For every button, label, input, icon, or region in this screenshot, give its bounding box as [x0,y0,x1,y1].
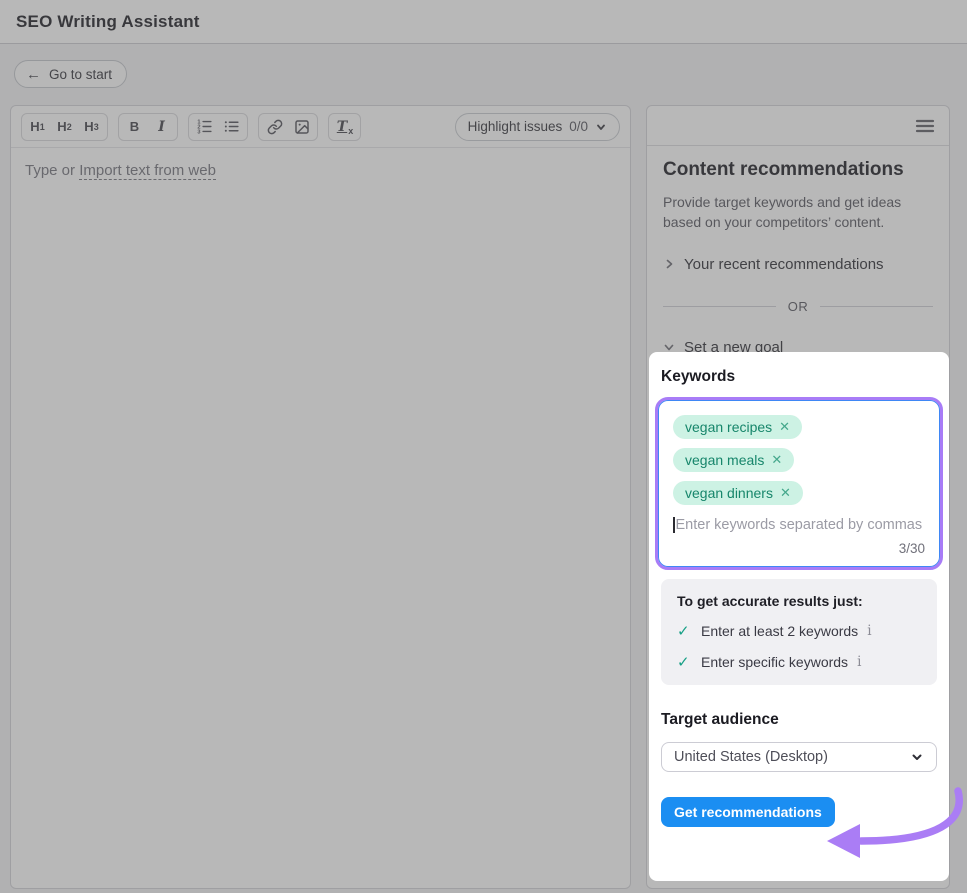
checkmark-icon: ✓ [677,653,701,671]
keyword-tag-label: vegan meals [685,452,764,468]
keyword-tag-row: vegan dinners ✕ [673,481,925,505]
keyword-tag: vegan meals ✕ [673,448,794,472]
target-audience-value: United States (Desktop) [674,749,828,765]
tip-label: Enter specific keywords [701,654,848,670]
keyword-tag-row: vegan recipes ✕ [673,415,925,439]
info-icon[interactable]: i [857,654,861,670]
info-icon[interactable]: i [867,623,871,639]
remove-tag-icon[interactable]: ✕ [771,452,782,468]
tip-item: ✓ Enter at least 2 keywords i [677,622,921,640]
keyword-tag: vegan recipes ✕ [673,415,802,439]
keywords-counter: 3/30 [673,541,925,556]
remove-tag-icon[interactable]: ✕ [780,485,791,501]
keywords-text-input[interactable]: Enter keywords separated by commas [673,517,925,533]
keywords-label: Keywords [661,368,937,386]
get-recommendations-button[interactable]: Get recommendations [661,797,835,827]
keyword-tag-label: vegan recipes [685,419,772,435]
keyword-tag-row: vegan meals ✕ [673,448,925,472]
text-cursor [673,517,675,533]
keyword-tag-label: vegan dinners [685,485,773,501]
seo-writing-assistant-app: SEO Writing Assistant ← Go to start H1 H… [0,0,967,893]
target-audience-select[interactable]: United States (Desktop) [661,742,937,772]
keywords-input-placeholder: Enter keywords separated by commas [676,517,923,533]
tip-item: ✓ Enter specific keywords i [677,653,921,671]
tips-title: To get accurate results just: [677,593,921,609]
accuracy-tips-box: To get accurate results just: ✓ Enter at… [661,579,937,685]
target-audience-label: Target audience [661,711,937,729]
remove-tag-icon[interactable]: ✕ [779,419,790,435]
keyword-tag: vegan dinners ✕ [673,481,803,505]
chevron-down-icon [910,750,924,764]
checkmark-icon: ✓ [677,622,701,640]
goal-form-spotlight: Keywords vegan recipes ✕ vegan meals ✕ v… [649,352,949,881]
keywords-input-box[interactable]: vegan recipes ✕ vegan meals ✕ vegan dinn… [658,400,940,567]
tip-label: Enter at least 2 keywords [701,623,858,639]
